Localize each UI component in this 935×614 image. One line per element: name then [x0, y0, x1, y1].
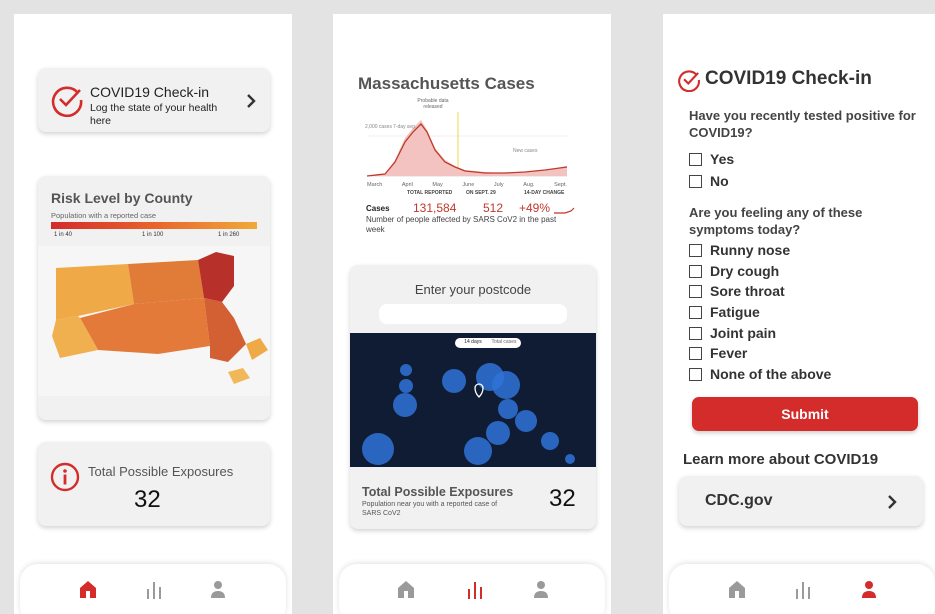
table-cell-total: 131,584 — [413, 201, 457, 215]
stats-icon[interactable] — [465, 578, 485, 602]
stats-screen: Massachusetts Cases Probable data releas… — [333, 14, 611, 614]
option-no[interactable]: No — [689, 173, 729, 189]
checkin-title: COVID19 Check-in — [90, 84, 210, 100]
map-toggle-14-days[interactable]: 14 days — [458, 339, 488, 345]
exposures-value: 32 — [134, 486, 161, 513]
check-circle-icon — [678, 70, 700, 92]
submit-button[interactable]: Submit — [692, 397, 918, 431]
risk-title: Risk Level by County — [51, 190, 193, 206]
exposures-caption: Population near you with a reported case… — [362, 501, 498, 517]
option-runny-nose[interactable]: Runny nose — [689, 242, 790, 258]
checkbox[interactable] — [689, 284, 702, 298]
exposures-label: Total Possible Exposures — [362, 485, 514, 499]
tab-bar — [669, 564, 935, 614]
cdc-link-label: CDC.gov — [705, 492, 773, 509]
table-cell-day: 512 — [483, 201, 504, 215]
option-fever[interactable]: Fever — [689, 345, 747, 361]
case-bubble-map — [350, 333, 596, 467]
chart-note-avg: 7-day avg. — [393, 124, 417, 130]
option-joint-pain[interactable]: Joint pain — [689, 325, 776, 341]
stats-icon[interactable] — [793, 578, 813, 602]
home-icon[interactable] — [396, 578, 416, 602]
month-label: Aug. — [523, 182, 535, 188]
checkin-card[interactable]: COVID19 Check-in Log the state of your h… — [38, 68, 270, 132]
chart-note-new-cases: New cases — [513, 148, 538, 154]
checkbox[interactable] — [689, 264, 702, 278]
option-dry-cough[interactable]: Dry cough — [689, 263, 779, 279]
tab-bar — [20, 564, 286, 614]
month-label: April — [401, 182, 413, 188]
option-label: Sore throat — [710, 283, 785, 299]
option-label: Fatigue — [710, 304, 760, 320]
option-label: Joint pain — [710, 325, 777, 341]
chart-caption: Number of people affected by SARS CoV2 i… — [366, 215, 557, 234]
learn-more-heading: Learn more about COVID19 — [683, 451, 879, 468]
postcode-label: Enter your postcode — [414, 282, 532, 297]
chevron-right-icon — [888, 495, 897, 509]
check-circle-icon — [51, 86, 83, 117]
checkbox[interactable] — [689, 243, 702, 257]
checkbox[interactable] — [689, 305, 702, 319]
stats-icon[interactable] — [144, 578, 164, 602]
profile-icon[interactable] — [531, 578, 551, 602]
checkin-screen: COVID19 Check-in Have you recently teste… — [663, 14, 935, 614]
option-label: Fever — [710, 345, 748, 361]
home-screen: COVID19 Check-in Log the state of your h… — [14, 14, 292, 614]
option-label: Dry cough — [710, 263, 780, 279]
home-icon[interactable] — [727, 578, 747, 602]
tab-bar — [339, 564, 605, 614]
risk-legend-tick-3: 1 in 260 — [218, 232, 240, 238]
risk-legend-tick-1: 1 in 40 — [54, 232, 73, 238]
info-icon — [50, 462, 80, 492]
option-fatigue[interactable]: Fatigue — [689, 304, 760, 320]
risk-legend-tick-2: 1 in 100 — [142, 232, 164, 238]
page-title: Massachusetts Cases — [358, 74, 535, 93]
table-cell-change: +49% — [519, 201, 551, 215]
month-label: March — [367, 182, 383, 188]
chevron-right-icon — [247, 94, 256, 108]
table-header-total: TOTAL REPORTED — [407, 190, 453, 196]
risk-legend-bar — [51, 222, 257, 229]
option-label: Yes — [710, 151, 735, 167]
home-icon[interactable] — [78, 578, 98, 602]
checkbox[interactable] — [689, 174, 702, 188]
month-label: July — [493, 182, 504, 188]
question-symptoms: Are you feeling any of these symptoms to… — [689, 205, 863, 237]
table-header-day: ON SEPT. 29 — [466, 190, 496, 196]
checkbox[interactable] — [689, 346, 702, 360]
checkbox[interactable] — [689, 326, 702, 340]
option-sore-throat[interactable]: Sore throat — [689, 283, 785, 299]
risk-legend-caption: Population with a reported case — [51, 211, 157, 220]
map-toggle-total-cases[interactable]: Total cases — [488, 339, 520, 345]
month-label: Sept. — [554, 182, 567, 188]
option-label: Runny nose — [710, 242, 791, 258]
chart-ytick: 2,000 cases — [365, 124, 392, 130]
checkbox[interactable] — [689, 367, 702, 381]
postcode-map-card: Enter your postcode 14 days Total cases … — [350, 265, 596, 529]
profile-icon[interactable] — [859, 578, 879, 602]
table-row-label: Cases — [366, 204, 390, 213]
exposures-label: Total Possible Exposures — [88, 464, 234, 479]
chart-note-probable: Probable data released — [417, 98, 449, 110]
chart-months: March April May June July Aug. Sept. — [367, 182, 567, 188]
exposures-card: Total Possible Exposures 32 — [38, 442, 270, 526]
month-label: May — [432, 182, 443, 188]
option-label: None of the above — [710, 366, 832, 382]
option-yes[interactable]: Yes — [689, 151, 734, 167]
exposures-value: 32 — [549, 485, 576, 512]
option-none[interactable]: None of the above — [689, 366, 831, 382]
question-tested-positive: Have you recently tested positive for CO… — [689, 108, 916, 140]
checkin-subtitle: Log the state of your health here — [90, 102, 218, 127]
profile-icon[interactable] — [208, 578, 228, 602]
cdc-link[interactable]: CDC.gov — [679, 476, 923, 526]
postcode-input[interactable] — [379, 304, 567, 324]
sparkline — [554, 207, 575, 214]
option-label: No — [710, 173, 729, 189]
page-title: COVID19 Check-in — [705, 68, 872, 89]
risk-level-card: Risk Level by County Population with a r… — [38, 176, 270, 420]
checkbox[interactable] — [689, 152, 702, 166]
county-risk-map — [38, 246, 270, 396]
table-header-change: 14-DAY CHANGE — [524, 190, 565, 196]
month-label: June — [462, 182, 475, 188]
